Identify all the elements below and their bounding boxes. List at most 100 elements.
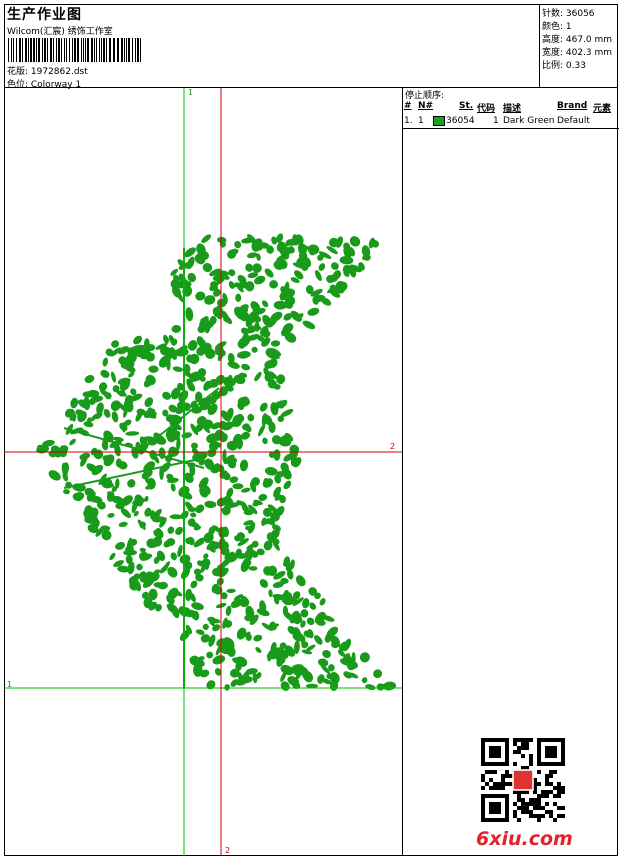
guide-label-red-bottom: 2 <box>225 846 231 855</box>
leaf <box>171 324 182 333</box>
leaf <box>167 526 175 534</box>
col-header-needle: N# <box>418 101 434 111</box>
col-header-code: 代码 <box>477 104 496 114</box>
leaf <box>84 375 95 383</box>
leaf <box>258 423 266 437</box>
leaf <box>314 270 322 281</box>
leaf <box>239 459 249 472</box>
leaf <box>339 255 354 265</box>
color-swatch <box>433 116 445 126</box>
leaf <box>201 234 212 244</box>
leaf <box>170 483 176 492</box>
leaf <box>175 526 184 535</box>
leaf <box>382 681 397 691</box>
leaf <box>102 357 109 367</box>
leaf <box>163 334 169 344</box>
embroidery-preview <box>4 88 402 856</box>
leaf <box>359 652 370 663</box>
leaf <box>251 346 258 353</box>
leaf <box>110 371 117 383</box>
leaf <box>343 671 353 679</box>
leaf <box>172 366 183 372</box>
leaf <box>243 509 254 516</box>
leaf <box>237 351 251 359</box>
stop-sequence-title: 停止顺序: <box>405 91 445 101</box>
leaf <box>259 402 268 412</box>
row-stitches: 36054 <box>446 116 475 126</box>
leaf <box>234 240 242 249</box>
leaf <box>376 683 385 691</box>
leaf <box>63 489 70 495</box>
leaf <box>305 683 319 689</box>
leaf <box>103 408 111 418</box>
leaf <box>319 598 326 606</box>
leaf <box>115 541 126 550</box>
leaf <box>232 483 244 490</box>
leaf <box>322 649 331 659</box>
leaf <box>365 684 376 691</box>
design-canvas[interactable]: 1 1 2 2 <box>4 88 402 856</box>
row-code: 1 <box>493 116 499 126</box>
leaf <box>255 646 262 654</box>
leaf <box>83 396 91 411</box>
col-header-stitches: St. <box>459 101 474 111</box>
leaf <box>70 397 79 409</box>
leaf <box>307 307 320 316</box>
leaf <box>306 617 315 626</box>
leaf <box>206 680 216 690</box>
guide-label-green-top: 1 <box>188 88 194 97</box>
leaf <box>361 677 368 684</box>
leaf <box>262 437 268 445</box>
leaf <box>318 263 326 271</box>
row-index: 1. <box>404 116 413 126</box>
leaf <box>139 547 146 553</box>
col-header-element: 元素 <box>593 104 612 114</box>
guide-label-green-left: 1 <box>7 680 13 689</box>
qr-code <box>481 738 565 822</box>
leaf <box>268 589 273 598</box>
leaf <box>226 588 236 594</box>
leaf <box>115 458 123 468</box>
leaf <box>48 470 61 481</box>
leaf <box>283 480 292 490</box>
leaf <box>247 413 255 422</box>
leaf <box>125 431 140 436</box>
leaf <box>373 669 383 679</box>
leaf <box>273 300 288 310</box>
divider <box>403 128 619 129</box>
studio-name: Wilcom(汇宸) 绣饰工作室 <box>7 27 113 37</box>
leaf <box>127 479 136 488</box>
leaf <box>162 391 172 400</box>
leaf <box>148 588 158 601</box>
stop-sequence-panel: 停止顺序: # N# St. 代码 描述 Brand 元素 1. 1 36054… <box>402 88 619 856</box>
leaf <box>224 684 230 691</box>
col-header-brand: Brand <box>557 101 588 111</box>
leaf <box>212 655 226 665</box>
leaf <box>69 438 76 446</box>
embroidery-design <box>36 233 397 692</box>
col-header-index: # <box>404 101 412 111</box>
leaf <box>261 300 269 308</box>
leaf <box>109 552 116 561</box>
leaf <box>144 397 154 407</box>
row-brand: Default <box>557 116 590 126</box>
leaf <box>190 512 197 518</box>
leaf <box>133 335 143 345</box>
leaf <box>269 280 278 289</box>
color-count: 颜色: 1 <box>542 22 572 32</box>
leaf <box>170 552 177 561</box>
leaf <box>295 575 306 587</box>
leaf <box>206 651 214 659</box>
page-title: 生产作业图 <box>7 7 82 23</box>
leaf <box>246 252 258 259</box>
leaf <box>202 623 209 631</box>
guide-label-red-right: 2 <box>390 442 396 451</box>
row-description: Dark Green <box>503 116 555 126</box>
leaf <box>105 348 114 357</box>
leaf <box>185 307 194 322</box>
leaf <box>204 500 217 509</box>
leaf <box>302 320 316 330</box>
leaf <box>254 371 262 382</box>
leaf <box>107 513 115 518</box>
header-info: 生产作业图 Wilcom(汇宸) 绣饰工作室 花版: 1972862.dst 色… <box>4 4 540 90</box>
